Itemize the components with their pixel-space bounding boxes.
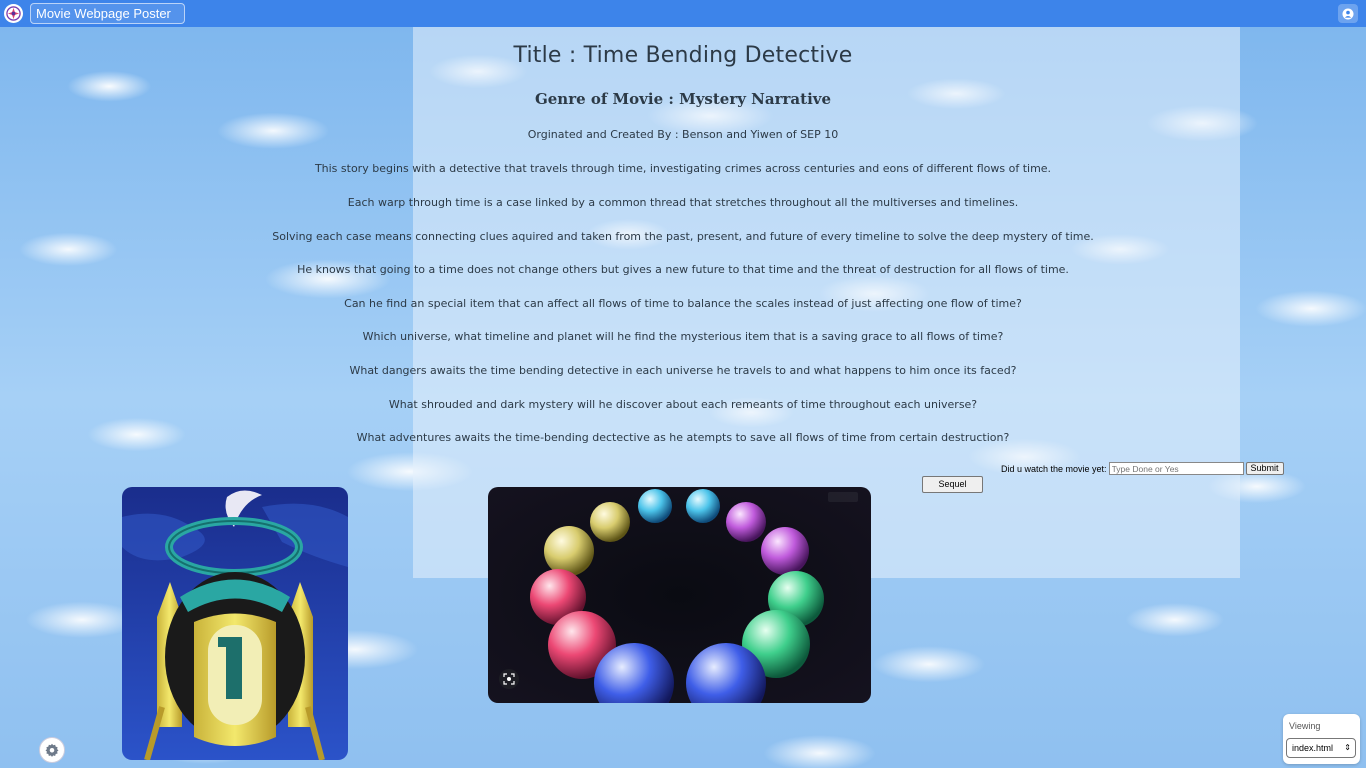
time-orbs-image: [488, 487, 871, 703]
story-line: What dangers awaits the time bending det…: [349, 364, 1017, 377]
genre-heading: Genre of Movie : Mystery Narrative: [534, 90, 832, 108]
story-line: Solving each case means connecting clues…: [272, 230, 1094, 243]
top-bar: Movie Webpage Poster: [0, 0, 1366, 27]
story-line: He knows that going to a time does not c…: [297, 263, 1069, 276]
gear-icon[interactable]: [39, 737, 65, 763]
app-logo-icon[interactable]: [4, 4, 23, 23]
story-line: Which universe, what timeline and planet…: [362, 330, 1004, 343]
lens-scan-icon[interactable]: [499, 669, 519, 689]
viewing-panel: Viewing index.html ⇕: [1283, 714, 1360, 764]
story-line: What adventures awaits the time-bending …: [356, 431, 1010, 444]
file-select-value: index.html: [1292, 743, 1334, 753]
rocket-capsule-image: [122, 487, 348, 760]
watch-form: Did u watch the movie yet: Submit: [1001, 462, 1284, 475]
story-line: What shrouded and dark mystery will he d…: [388, 398, 978, 411]
story-line: This story begins with a detective that …: [314, 162, 1052, 175]
project-name-field[interactable]: Movie Webpage Poster: [30, 3, 185, 24]
credits-text: Orginated and Created By : Benson and Yi…: [527, 128, 839, 141]
watch-question-label: Did u watch the movie yet:: [1001, 463, 1107, 474]
sequel-button[interactable]: Sequel: [922, 476, 983, 493]
story-line: Can he find an special item that can aff…: [344, 297, 1022, 310]
user-account-icon[interactable]: [1338, 4, 1358, 23]
watch-status-input[interactable]: [1108, 462, 1244, 475]
story-line: Each warp through time is a case linked …: [347, 196, 1019, 209]
file-select[interactable]: index.html ⇕: [1286, 738, 1356, 758]
chevron-updown-icon: ⇕: [1344, 743, 1351, 752]
viewing-label: Viewing: [1289, 721, 1321, 731]
submit-button[interactable]: Submit: [1245, 462, 1284, 475]
page-title: Title : Time Bending Detective: [513, 43, 853, 68]
